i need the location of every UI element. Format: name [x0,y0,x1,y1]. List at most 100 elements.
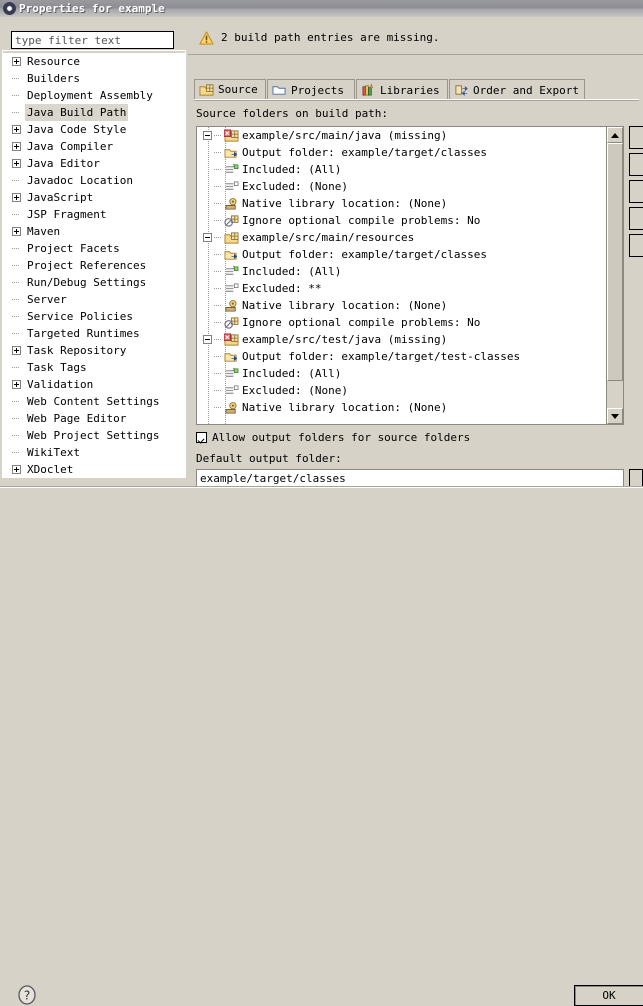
source-folder-attribute-row[interactable]: Native library location: (None) [197,399,606,416]
tree-dash-icon [214,267,223,276]
link-source-button[interactable] [629,153,643,176]
source-folders-tree[interactable]: example/src/main/java (missing) Output fo… [197,127,606,424]
tab-projects[interactable]: Projects [267,79,355,100]
source-folder-row[interactable]: example/src/test/java (missing) [197,331,606,348]
tree-node-label: Output folder: example/target/classes [242,146,488,159]
sidebar-item-web-page-editor[interactable]: Web Page Editor [3,410,185,427]
ok-button[interactable]: OK [574,985,643,1006]
sidebar-item-javascript[interactable]: JavaScript [3,189,185,206]
expand-plus-icon[interactable] [12,346,21,355]
expand-plus-icon[interactable] [12,193,21,202]
filter-placeholder: type filter text [15,33,121,47]
tree-dash-icon [12,91,21,100]
source-folder-attribute-row[interactable]: Output folder: example/target/classes [197,246,606,263]
tree-dash-icon [12,210,21,219]
sidebar-item-project-facets[interactable]: Project Facets [3,240,185,257]
sidebar-item-deployment-assembly[interactable]: Deployment Assembly [3,87,185,104]
allow-output-folders-checkbox[interactable] [196,432,207,443]
tab-label: Projects [291,83,344,97]
collapse-minus-icon[interactable] [203,233,212,242]
chevron-down-icon [611,413,619,419]
source-folder-attribute-row[interactable]: Excluded: (None) [197,178,606,195]
source-folder-row[interactable]: example/src/main/java (missing) [197,127,606,144]
source-folder-attribute-row[interactable]: Included: (All) [197,161,606,178]
source-folder-attribute-row[interactable]: Included: (All) [197,365,606,382]
expand-plus-icon[interactable] [12,465,21,474]
tree-dash-icon [214,386,223,395]
expand-plus-icon[interactable] [12,142,21,151]
sidebar-item-javadoc-location[interactable]: Javadoc Location [3,172,185,189]
scroll-down-button[interactable] [607,408,623,424]
expand-plus-icon[interactable] [12,159,21,168]
help-question-icon[interactable]: ? [17,985,37,1005]
sidebar-item-service-policies[interactable]: Service Policies [3,308,185,325]
sidebar-item-xdoclet[interactable]: XDoclet [3,461,185,478]
tree-node-label: Output folder: example/target/test-class… [242,350,521,363]
filter-input[interactable]: type filter text [11,31,174,49]
sidebar-item-label: XDoclet [27,463,74,476]
sidebar-item-server[interactable]: Server [3,291,185,308]
expand-plus-icon[interactable] [12,380,21,389]
sidebar-item-jsp-fragment[interactable]: JSP Fragment [3,206,185,223]
source-folder-attribute-row[interactable]: Included: (All) [197,263,606,280]
sidebar-item-java-build-path[interactable]: Java Build Path [3,104,185,121]
sidebar-item-web-project-settings[interactable]: Web Project Settings [3,427,185,444]
title-bar: Properties for example [0,0,643,18]
tab-source[interactable]: Source [194,79,266,100]
sidebar-item-targeted-runtimes[interactable]: Targeted Runtimes [3,325,185,342]
sidebar-item-builders[interactable]: Builders [3,70,185,87]
source-folder-attribute-row[interactable]: Ignore optional compile problems: No [197,212,606,229]
ignore-problems-icon [224,316,239,329]
default-output-folder-value: example/target/classes [200,472,346,485]
source-folder-attribute-row[interactable]: Excluded: ** [197,280,606,297]
native-library-icon [225,299,237,312]
sidebar-item-wikitext[interactable]: WikiText [3,444,185,461]
sidebar-tree[interactable]: Resource Builders Deployment Assembly Java … [3,53,185,478]
add-folder-button[interactable] [629,126,643,149]
source-folder-attribute-row[interactable]: Output folder: example/target/test-class… [197,348,606,365]
expand-plus-icon[interactable] [12,227,21,236]
collapse-minus-icon[interactable] [203,131,212,140]
included-filter-icon [225,265,239,275]
scroll-up-button[interactable] [607,127,623,143]
tab-order-and-export[interactable]: Order and Export [449,79,585,100]
source-folder-row[interactable]: example/src/main/resources [197,229,606,246]
tab-label: Libraries [380,83,440,97]
sidebar-item-web-content-settings[interactable]: Web Content Settings [3,393,185,410]
tree-node-label: Native library location: (None) [242,299,448,312]
expand-plus-icon[interactable] [12,57,21,66]
output-folder-icon [224,148,238,158]
sidebar-item-label: Web Page Editor [27,412,127,425]
expand-plus-icon[interactable] [12,125,21,134]
sidebar-item-project-references[interactable]: Project References [3,257,185,274]
source-folders-label: Source folders on build path: [196,107,389,120]
sidebar-item-label: Service Policies [27,310,133,323]
tree-dash-icon [12,397,21,406]
remove-button[interactable] [629,207,643,230]
tab-libraries[interactable]: Libraries [356,79,448,100]
sidebar-item-validation[interactable]: Validation [3,376,185,393]
excluded-filter-icon [225,180,239,190]
tree-vertical-scrollbar[interactable] [606,127,623,424]
collapse-minus-icon[interactable] [203,335,212,344]
sidebar-item-maven[interactable]: Maven [3,223,185,240]
sidebar-item-task-tags[interactable]: Task Tags [3,359,185,376]
tree-node-label: Output folder: example/target/classes [242,248,488,261]
sidebar-item-java-compiler[interactable]: Java Compiler [3,138,185,155]
allow-output-folders-row[interactable]: Allow output folders for source folders [196,431,470,444]
sidebar-item-java-editor[interactable]: Java Editor [3,155,185,172]
java-build-path-panel: 2 build path entries are missing. Source… [188,17,643,488]
window-title: Properties for example [19,2,165,15]
source-folder-attribute-row[interactable]: Native library location: (None) [197,195,606,212]
sidebar-item-resource[interactable]: Resource [3,53,185,70]
source-folder-attribute-row[interactable]: Excluded: (None) [197,382,606,399]
migrate-button[interactable] [629,234,643,257]
source-folder-attribute-row[interactable]: Ignore optional compile problems: No [197,314,606,331]
sidebar-item-task-repository[interactable]: Task Repository [3,342,185,359]
source-folder-attribute-row[interactable]: Native library location: (None) [197,297,606,314]
sidebar-item-java-code-style[interactable]: Java Code Style [3,121,185,138]
edit-button[interactable] [629,180,643,203]
sidebar-item-run-debug-settings[interactable]: Run/Debug Settings [3,274,185,291]
scrollbar-thumb[interactable] [607,143,623,381]
source-folder-attribute-row[interactable]: Output folder: example/target/classes [197,144,606,161]
